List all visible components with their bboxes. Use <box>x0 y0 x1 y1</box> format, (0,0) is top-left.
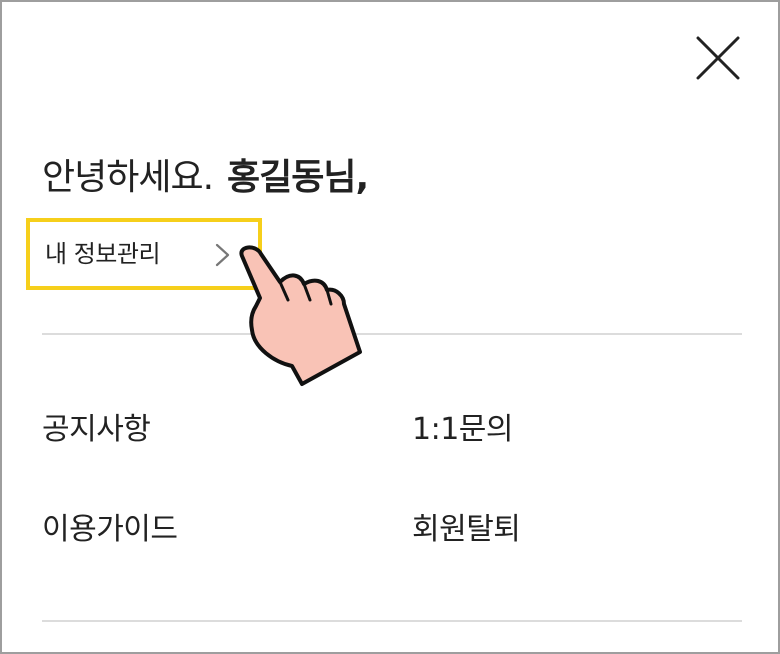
greeting-text: 안녕하세요. <box>42 157 214 198</box>
menu-item-withdraw[interactable]: 회원탈퇴 <box>412 508 521 552</box>
greeting: 안녕하세요. 홍길동님, <box>42 150 369 206</box>
divider <box>42 620 742 622</box>
divider <box>42 333 742 335</box>
my-info-label: 내 정보관리 <box>45 240 161 268</box>
user-name: 홍길동님, <box>227 157 369 198</box>
menu-item-inquiry[interactable]: 1:1문의 <box>412 408 513 452</box>
my-info-link[interactable]: 내 정보관리 <box>26 218 262 290</box>
menu-item-guide[interactable]: 이용가이드 <box>42 508 178 552</box>
menu-item-notice[interactable]: 공지사항 <box>42 408 151 452</box>
chevron-right-icon <box>214 242 232 268</box>
close-icon <box>696 36 740 80</box>
menu-panel: 안녕하세요. 홍길동님, 내 정보관리 공지사항 1:1문의 이용가이드 회원탈퇴 <box>0 0 780 654</box>
close-button[interactable] <box>696 36 740 80</box>
